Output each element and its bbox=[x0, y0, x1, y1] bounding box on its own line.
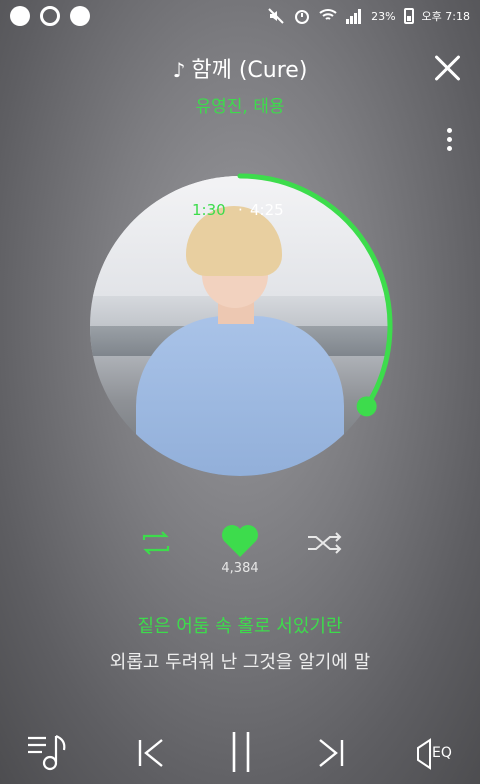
notification-app-icon bbox=[10, 6, 30, 26]
song-title: ♪ 함께 (Cure) bbox=[0, 52, 480, 84]
wifi-icon bbox=[319, 9, 337, 20]
battery-icon bbox=[403, 8, 414, 24]
song-artist[interactable]: 유영진, 태용 bbox=[0, 92, 480, 117]
alarm-icon bbox=[295, 10, 310, 24]
mute-icon bbox=[268, 8, 284, 24]
pause-icon[interactable] bbox=[226, 730, 256, 774]
progress-knob bbox=[356, 396, 377, 417]
battery-percent: 23% bbox=[371, 9, 396, 23]
dot-icon bbox=[446, 128, 452, 133]
lyric-next-line: 외롭고 두려워 난 그것을 알기에 말 bbox=[109, 652, 371, 673]
time-separator: · bbox=[238, 201, 243, 219]
equalizer-icon bbox=[417, 738, 431, 770]
status-right-icons: 23% 오후 7:18 bbox=[267, 7, 470, 25]
equalizer-button[interactable]: EQ bbox=[414, 736, 460, 772]
total-time: 4:25 bbox=[250, 201, 284, 219]
current-time: 1:30 bbox=[192, 201, 226, 219]
status-bar: 23% 오후 7:18 bbox=[0, 0, 480, 34]
equalizer-label: EQ bbox=[432, 745, 452, 761]
sync-icon bbox=[40, 6, 60, 26]
next-icon[interactable] bbox=[316, 736, 346, 770]
playlist-icon[interactable] bbox=[26, 732, 70, 772]
music-note-icon: ♪ bbox=[172, 58, 186, 82]
song-title-text: 함께 (Cure) bbox=[191, 58, 308, 83]
signal-icon bbox=[346, 9, 362, 24]
dot-icon bbox=[446, 137, 452, 142]
status-left-icons bbox=[10, 6, 90, 26]
dot-icon bbox=[446, 146, 452, 151]
previous-icon[interactable] bbox=[136, 736, 166, 770]
repeat-icon[interactable] bbox=[138, 530, 174, 556]
shuffle-icon[interactable] bbox=[306, 530, 344, 556]
status-time: 오후 7:18 bbox=[421, 10, 470, 23]
heart-icon[interactable] bbox=[220, 523, 260, 559]
messenger-icon bbox=[70, 6, 90, 26]
more-options-button[interactable] bbox=[443, 128, 455, 154]
close-button[interactable] bbox=[432, 52, 464, 84]
lyric-current-line: 짙은 어둠 속 홀로 서있기란 bbox=[137, 616, 343, 637]
like-count: 4,384 bbox=[221, 561, 259, 576]
